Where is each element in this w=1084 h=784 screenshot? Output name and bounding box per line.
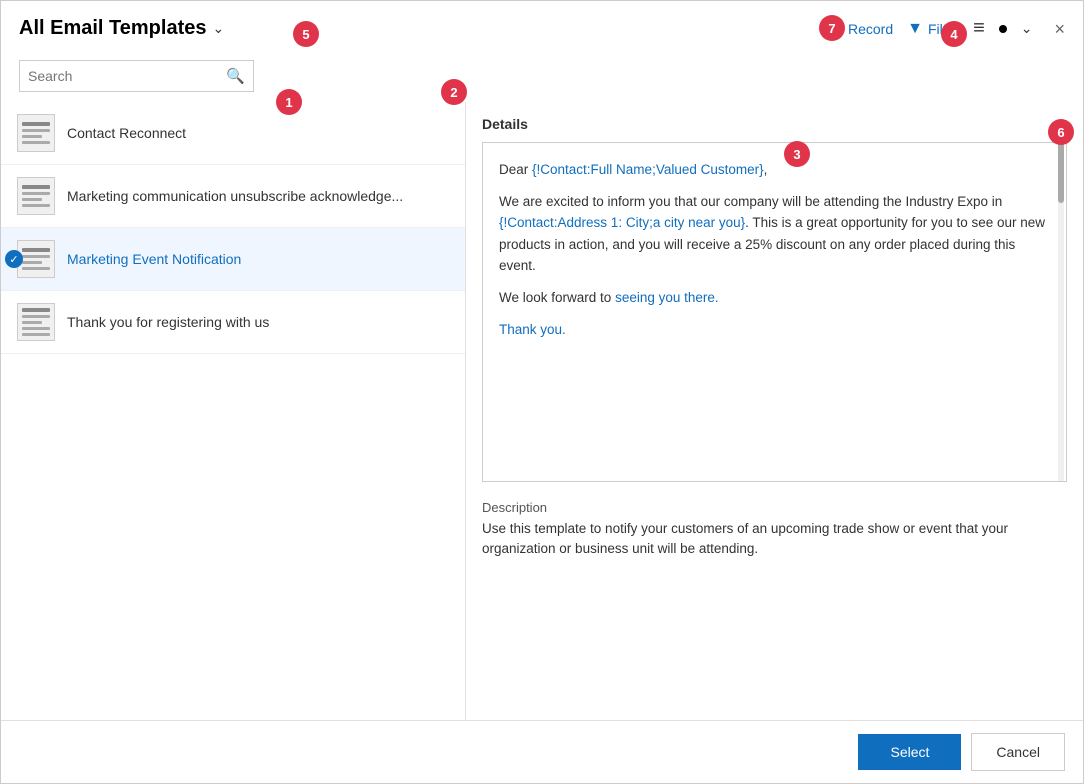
template-item[interactable]: Thank you for registering with us (1, 291, 465, 354)
description-label: Description (482, 500, 1067, 515)
search-area: 🔍 (1, 52, 1083, 102)
main-content: Contact Reconnect Marketing communicatio… (1, 102, 1083, 720)
email-line-4: Thank you. (499, 319, 1050, 341)
filter-icon: ▼ (907, 20, 923, 38)
thank-you-text: Thank you. (499, 322, 566, 337)
dialog-footer: Select Cancel (1, 720, 1083, 783)
template-thumbnail (17, 177, 55, 215)
template-item-selected[interactable]: ✓ Marketing Event Notification (1, 228, 465, 291)
template-thumbnail (17, 303, 55, 341)
email-line-1: Dear {!Contact:Full Name;Valued Customer… (499, 159, 1050, 181)
merge-field-name: {!Contact:Full Name;Valued Customer} (532, 162, 764, 177)
email-line-3: We look forward to seeing you there. (499, 287, 1050, 309)
dropdown-icon[interactable]: ⌄ (212, 20, 224, 37)
record-button[interactable]: 🗀 Record (827, 15, 893, 42)
template-name: Marketing communication unsubscribe ackn… (67, 188, 403, 204)
template-name: Thank you for registering with us (67, 314, 269, 330)
right-panel: Details Dear {!Contact:Full Name;Valued … (466, 102, 1083, 720)
search-input[interactable] (28, 68, 226, 84)
scrollbar-thumb[interactable] (1058, 143, 1064, 203)
header-right: 🗀 Record ▼ Filter ≡ ⌄ × (827, 15, 1065, 42)
search-icon[interactable]: 🔍 (226, 67, 245, 85)
dot-indicator (999, 25, 1007, 33)
header-left: All Email Templates ⌄ (19, 17, 224, 40)
template-name: Marketing Event Notification (67, 251, 241, 267)
search-box: 🔍 (19, 60, 254, 92)
more-options-icon[interactable]: ≡ (973, 17, 985, 40)
email-preview: Dear {!Contact:Full Name;Valued Customer… (482, 142, 1067, 482)
filter-label: Filter (928, 21, 959, 37)
description-text: Use this template to notify your custome… (482, 519, 1067, 560)
cancel-button[interactable]: Cancel (971, 733, 1065, 771)
description-section: Description Use this template to notify … (482, 500, 1067, 560)
email-line-2: We are excited to inform you that our co… (499, 191, 1050, 277)
merge-field-city: {!Contact:Address 1: City;a city near yo… (499, 215, 745, 230)
dialog-title: All Email Templates (19, 17, 206, 40)
left-panel: Contact Reconnect Marketing communicatio… (1, 102, 466, 720)
scrollbar-track (1058, 143, 1064, 481)
email-templates-dialog: 1 2 3 4 5 6 7 All Email Templates ⌄ 🗀 Re… (0, 0, 1084, 784)
template-item[interactable]: Marketing communication unsubscribe ackn… (1, 165, 465, 228)
filter-button[interactable]: ▼ Filter (907, 20, 959, 38)
select-button[interactable]: Select (858, 734, 961, 770)
template-item[interactable]: Contact Reconnect (1, 102, 465, 165)
details-label: Details (482, 116, 1067, 132)
dialog-header: All Email Templates ⌄ 🗀 Record ▼ Filter … (1, 1, 1083, 52)
record-label: Record (848, 21, 893, 37)
chevron-down-icon[interactable]: ⌄ (1021, 20, 1033, 37)
link-text: seeing you there. (615, 290, 719, 305)
selected-check-icon: ✓ (5, 250, 23, 268)
record-folder-icon: 🗀 (827, 15, 843, 42)
template-thumbnail (17, 114, 55, 152)
template-name: Contact Reconnect (67, 125, 186, 141)
close-button[interactable]: × (1054, 20, 1065, 38)
